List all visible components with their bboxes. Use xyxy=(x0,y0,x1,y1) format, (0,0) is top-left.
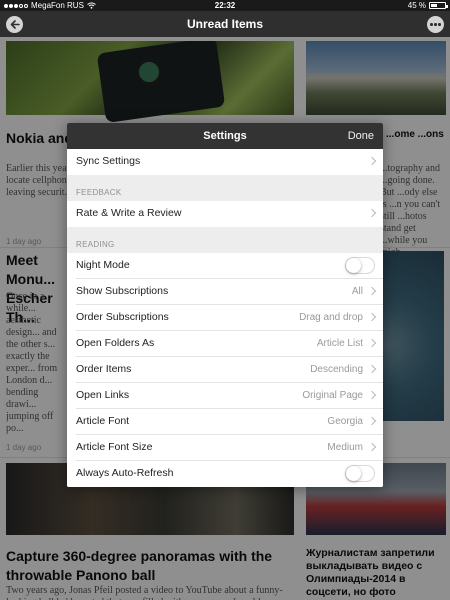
battery-icon xyxy=(429,2,448,9)
row-label: Always Auto-Refresh xyxy=(76,467,174,479)
row-label: Order Items xyxy=(76,363,132,375)
auto-refresh-toggle[interactable] xyxy=(345,465,375,482)
section-label: FEEDBACK xyxy=(76,188,122,197)
chevron-right-icon xyxy=(367,390,377,400)
order-subscriptions-row[interactable]: Order Subscriptions Drag and drop xyxy=(67,305,383,331)
chevron-right-icon xyxy=(367,208,377,218)
row-label: Night Mode xyxy=(76,259,130,271)
settings-title: Settings xyxy=(203,130,247,142)
row-label: Sync Settings xyxy=(76,155,141,167)
article-font-size-row[interactable]: Article Font Size Medium xyxy=(67,435,383,461)
status-time: 22:32 xyxy=(214,1,236,10)
chevron-right-icon xyxy=(367,416,377,426)
sync-settings-row[interactable]: Sync Settings xyxy=(67,149,383,175)
row-value: Article List xyxy=(316,338,363,349)
more-dots-icon xyxy=(430,23,433,26)
order-items-row[interactable]: Order Items Descending xyxy=(67,357,383,383)
night-mode-toggle[interactable] xyxy=(345,257,375,274)
feedback-section-header: FEEDBACK xyxy=(67,175,383,201)
chevron-right-icon xyxy=(367,156,377,166)
row-label: Open Folders As xyxy=(76,337,155,349)
chevron-right-icon xyxy=(367,364,377,374)
night-mode-row: Night Mode xyxy=(67,253,383,279)
row-label: Rate & Write a Review xyxy=(76,207,182,219)
open-folders-as-row[interactable]: Open Folders As Article List xyxy=(67,331,383,357)
row-value: Georgia xyxy=(327,416,363,427)
chevron-right-icon xyxy=(367,286,377,296)
nav-title: Unread Items xyxy=(186,17,264,31)
chevron-right-icon xyxy=(367,338,377,348)
row-label: Order Subscriptions xyxy=(76,311,169,323)
done-button[interactable]: Done xyxy=(348,130,374,142)
open-links-row[interactable]: Open Links Original Page xyxy=(67,383,383,409)
settings-header: Settings Done xyxy=(67,123,383,149)
row-value: Drag and drop xyxy=(299,312,363,323)
reading-section-header: READING xyxy=(67,227,383,253)
status-bar: MegaFon RUS 22:32 45 % xyxy=(0,0,450,11)
more-button[interactable] xyxy=(427,16,444,33)
row-label: Show Subscriptions xyxy=(76,285,169,297)
auto-refresh-row: Always Auto-Refresh xyxy=(67,461,383,487)
article-font-row[interactable]: Article Font Georgia xyxy=(67,409,383,435)
rate-review-row[interactable]: Rate & Write a Review xyxy=(67,201,383,227)
row-value: Medium xyxy=(327,442,363,453)
show-subscriptions-row[interactable]: Show Subscriptions All xyxy=(67,279,383,305)
row-value: All xyxy=(351,286,363,297)
settings-modal: Settings Done Sync Settings FEEDBACK Rat… xyxy=(67,123,383,487)
row-label: Article Font xyxy=(76,415,130,427)
chevron-right-icon xyxy=(367,312,377,322)
nav-bar: Unread Items xyxy=(0,11,450,37)
battery-percent: 45 % xyxy=(407,1,426,10)
row-label: Article Font Size xyxy=(76,441,153,453)
section-label: READING xyxy=(76,240,115,249)
row-value: Descending xyxy=(310,364,363,375)
chevron-right-icon xyxy=(367,442,377,452)
status-right: 45 % xyxy=(407,0,448,11)
row-label: Open Links xyxy=(76,389,130,401)
row-value: Original Page xyxy=(302,390,363,401)
